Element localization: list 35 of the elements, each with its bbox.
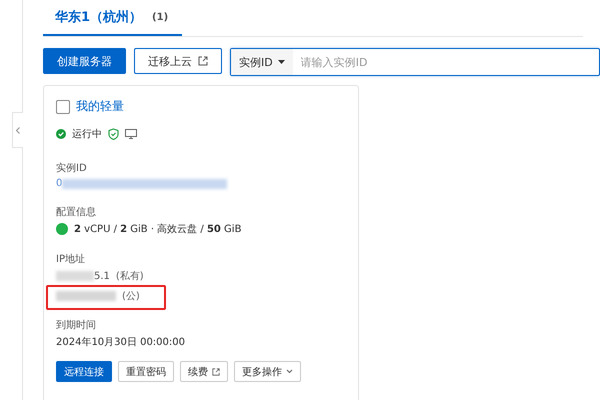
- create-server-button[interactable]: 创建服务器: [43, 48, 126, 74]
- private-ip: 5.1: [94, 270, 110, 282]
- field-label: IP地址: [56, 252, 86, 266]
- action-button[interactable]: 远程连接: [56, 361, 112, 382]
- monitor-icon: [125, 129, 137, 139]
- check-circle-icon: [56, 129, 66, 139]
- filter-dropdown[interactable]: 实例ID: [231, 49, 293, 75]
- collapse-handle[interactable]: [12, 112, 23, 148]
- chevron-down-icon: [286, 369, 293, 374]
- status-text: 运行中: [72, 128, 102, 141]
- migrate-button[interactable]: 迁移上云: [134, 48, 222, 74]
- search-field[interactable]: 实例ID 请输入实例ID: [230, 48, 600, 76]
- ip-tag: (私有): [116, 269, 144, 283]
- config-text: 2 vCPU / 2 GiB · 高效云盘 / 50 GiB: [74, 222, 242, 236]
- action-button[interactable]: 更多操作: [234, 361, 301, 382]
- redacted-block: [56, 291, 116, 301]
- region-tab[interactable]: 华东1（杭州） (1): [43, 0, 182, 36]
- instance-id: 0: [56, 178, 62, 189]
- external-link-icon: [198, 56, 208, 66]
- shield-check-icon: [108, 128, 119, 140]
- checkbox[interactable]: [56, 100, 70, 114]
- instance-name[interactable]: 我的轻量: [76, 98, 124, 115]
- tab-count: (1): [152, 12, 168, 22]
- action-button[interactable]: 续费: [180, 361, 228, 382]
- field-label: 配置信息: [56, 206, 97, 219]
- field-label: 到期时间: [56, 318, 97, 332]
- field-label: 实例ID: [56, 162, 88, 175]
- disk-badge-icon: [56, 223, 68, 235]
- expiry-time: 2024年10月30日 00:00:00: [56, 336, 186, 349]
- action-button[interactable]: 重置密码: [118, 361, 174, 382]
- chevron-left-icon: [16, 126, 20, 134]
- redacted-block: [56, 271, 94, 281]
- external-link-icon: [212, 368, 220, 376]
- caret-down-icon: [278, 60, 285, 64]
- ip-tag: (公): [122, 289, 140, 303]
